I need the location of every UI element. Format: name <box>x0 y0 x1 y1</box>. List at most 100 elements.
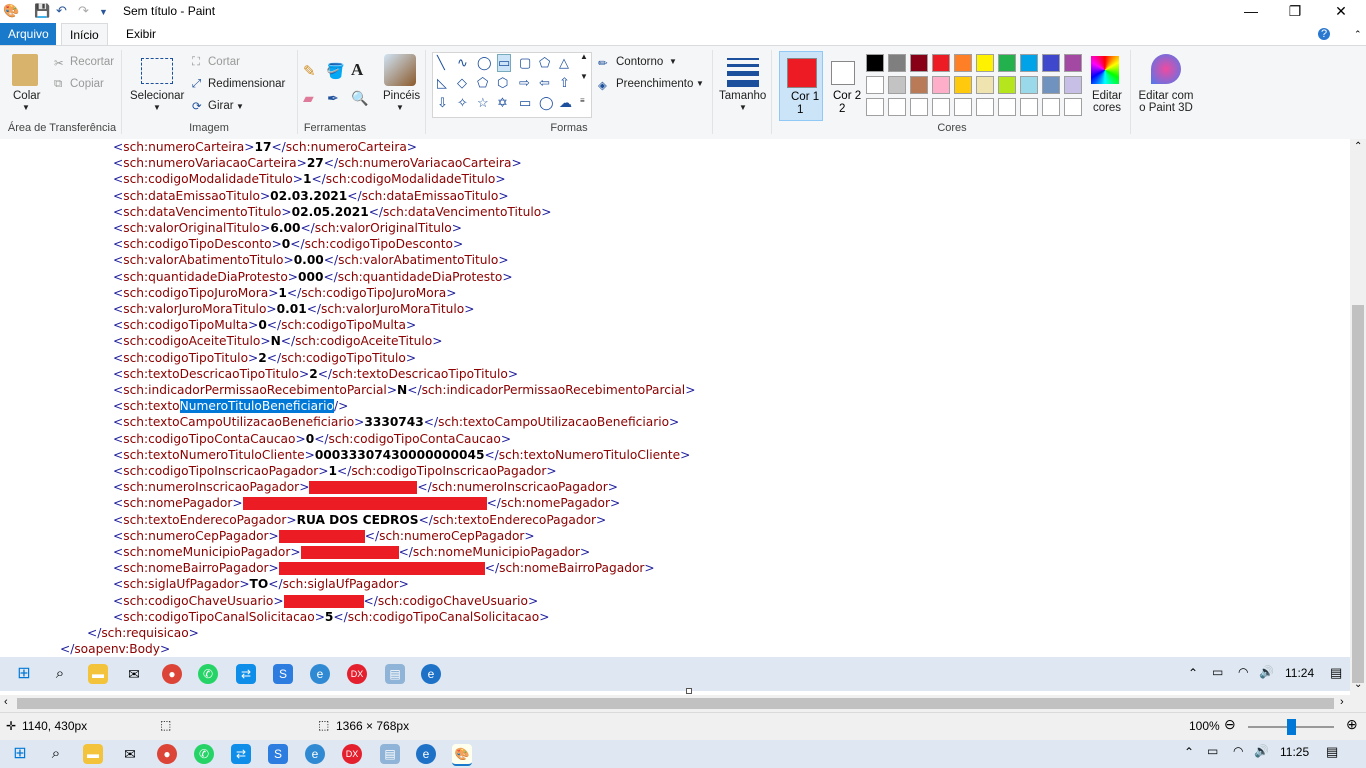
palette-swatch[interactable] <box>1064 98 1082 116</box>
scroll-down-icon[interactable]: ⌄ <box>1354 679 1362 690</box>
palette-swatch[interactable] <box>1020 76 1038 94</box>
size-button[interactable]: Tamanho <box>719 90 766 102</box>
eraser-icon[interactable]: ▰ <box>303 90 314 107</box>
palette-swatch[interactable] <box>1064 76 1082 94</box>
up-arrow-shape-icon[interactable]: ⇧ <box>559 75 570 91</box>
brushes-dropdown-icon[interactable]: ▼ <box>396 103 404 112</box>
rotate-dropdown-icon[interactable]: ▼ <box>236 102 244 111</box>
palette-swatch[interactable] <box>998 76 1016 94</box>
color-picker-icon[interactable]: ✒ <box>327 90 339 107</box>
notification-icon[interactable]: ▤ <box>1326 744 1338 760</box>
palette-swatch[interactable] <box>866 76 884 94</box>
shapes-gallery[interactable]: ╲ ∿ ◯ ▭ ▢ ⬠ △ ◺ ◇ ⬠ ⬡ ⇨ ⇦ ⇧ ⇩ ✧ ☆ ✡ ▭ ◯ … <box>432 52 592 118</box>
six-point-star-shape-icon[interactable]: ✡ <box>497 95 508 111</box>
diamond-shape-icon[interactable]: ◇ <box>457 75 467 91</box>
palette-swatch[interactable] <box>910 54 928 72</box>
select-dropdown-icon[interactable]: ▼ <box>153 103 161 112</box>
copy-button[interactable]: Copiar <box>70 78 104 90</box>
oval-callout-shape-icon[interactable]: ◯ <box>539 95 554 111</box>
down-arrow-shape-icon[interactable]: ⇩ <box>437 95 448 111</box>
canvas-resize-handle[interactable] <box>686 688 692 694</box>
shapes-scroll-up-icon[interactable]: ▲ <box>580 52 588 61</box>
edge-icon[interactable]: e <box>305 744 325 764</box>
palette-swatch[interactable] <box>998 98 1016 116</box>
shapes-scroll-down-icon[interactable]: ▼ <box>580 72 588 81</box>
palette-swatch[interactable] <box>954 76 972 94</box>
windows-start-icon[interactable]: ⊞ <box>10 744 30 764</box>
paste-icon[interactable] <box>12 54 38 86</box>
select-button[interactable]: Selecionar <box>130 90 184 102</box>
edit-colors-button[interactable]: Editar cores <box>1089 90 1125 114</box>
notepad-icon[interactable]: ▤ <box>380 744 400 764</box>
outline-button[interactable]: Contorno <box>616 56 663 68</box>
color1-button[interactable]: Cor 1 1 <box>779 51 823 121</box>
tab-exibir[interactable]: Exibir <box>118 23 164 45</box>
wifi-icon[interactable]: ◠ <box>1233 744 1243 758</box>
size-dropdown-icon[interactable]: ▼ <box>739 103 747 112</box>
rectangle-shape-icon[interactable]: ▭ <box>497 54 512 72</box>
chrome-icon[interactable]: ● <box>157 744 177 764</box>
outline-dropdown-icon[interactable]: ▼ <box>669 57 677 66</box>
vertical-scrollbar[interactable]: ⌃ ⌄ <box>1350 139 1366 695</box>
pentagon-shape-icon[interactable]: ⬠ <box>477 75 488 91</box>
vertical-scroll-thumb[interactable] <box>1352 305 1364 683</box>
zoom-slider-thumb[interactable] <box>1287 719 1296 735</box>
zoom-in-icon[interactable]: ⊕ <box>1346 716 1358 733</box>
polygon-shape-icon[interactable]: ⬠ <box>539 55 550 71</box>
five-point-star-shape-icon[interactable]: ☆ <box>477 95 489 111</box>
palette-swatch[interactable] <box>888 76 906 94</box>
four-point-star-shape-icon[interactable]: ✧ <box>457 95 468 111</box>
customize-quick-access-icon[interactable]: ▼ <box>99 7 108 17</box>
cut-button[interactable]: Recortar <box>70 56 114 68</box>
shapes-more-icon[interactable]: ≡ <box>580 96 585 105</box>
ribbon-collapse-icon[interactable]: ⌃ <box>1346 23 1366 45</box>
whatsapp-icon[interactable]: ✆ <box>194 744 214 764</box>
zoom-out-icon[interactable]: ⊖ <box>1224 716 1236 733</box>
palette-swatch[interactable] <box>910 76 928 94</box>
palette-swatch[interactable] <box>954 54 972 72</box>
file-explorer-icon[interactable]: ▬ <box>83 744 103 764</box>
save-icon[interactable]: 💾 <box>34 3 50 19</box>
paint-app-icon[interactable]: 🎨 <box>452 744 472 766</box>
left-arrow-shape-icon[interactable]: ⇦ <box>539 75 550 91</box>
palette-swatch[interactable] <box>866 98 884 116</box>
hexagon-shape-icon[interactable]: ⬡ <box>497 75 508 91</box>
scroll-right-icon[interactable]: › <box>1340 696 1344 708</box>
canvas[interactable]: <sch:numeroCarteira>17</sch:numeroCartei… <box>0 139 1350 657</box>
scroll-left-icon[interactable]: ‹ <box>4 696 8 708</box>
palette-swatch[interactable] <box>1064 54 1082 72</box>
color-palette[interactable] <box>866 54 1086 120</box>
palette-swatch[interactable] <box>976 76 994 94</box>
edit-colors-icon[interactable] <box>1091 56 1119 84</box>
palette-swatch[interactable] <box>1020 54 1038 72</box>
brushes-icon[interactable] <box>384 54 416 86</box>
line-shape-icon[interactable]: ╲ <box>437 55 445 71</box>
minimize-button[interactable]: — <box>1228 0 1274 23</box>
palette-swatch[interactable] <box>1020 98 1038 116</box>
tray-chevron-icon[interactable]: ⌃ <box>1184 745 1194 759</box>
palette-swatch[interactable] <box>888 98 906 116</box>
tab-arquivo[interactable]: Arquivo <box>0 23 56 45</box>
palette-swatch[interactable] <box>976 54 994 72</box>
paste-button[interactable]: Colar <box>13 90 40 102</box>
fill-button[interactable]: Preenchimento <box>616 78 693 90</box>
palette-swatch[interactable] <box>1042 98 1060 116</box>
fill-dropdown-icon[interactable]: ▼ <box>696 79 704 88</box>
rotate-button[interactable]: Girar <box>208 100 234 112</box>
scroll-up-icon[interactable]: ⌃ <box>1354 141 1362 152</box>
palette-swatch[interactable] <box>976 98 994 116</box>
rounded-callout-shape-icon[interactable]: ▭ <box>519 95 531 111</box>
size-icon[interactable] <box>727 58 759 87</box>
triangle-shape-icon[interactable]: △ <box>559 55 569 71</box>
paste-dropdown-icon[interactable]: ▼ <box>22 103 30 112</box>
battery-icon[interactable]: ▭ <box>1207 744 1218 758</box>
app-s-icon[interactable]: S <box>268 744 288 764</box>
close-button[interactable]: ✕ <box>1318 0 1364 23</box>
restore-button[interactable]: ❐ <box>1272 0 1318 23</box>
volume-icon[interactable]: 🔊 <box>1254 744 1269 758</box>
palette-swatch[interactable] <box>932 98 950 116</box>
horizontal-scroll-thumb[interactable] <box>17 698 1334 709</box>
system-clock[interactable]: 11:25 <box>1280 745 1309 759</box>
palette-swatch[interactable] <box>932 76 950 94</box>
help-icon[interactable]: ? <box>1318 28 1330 40</box>
